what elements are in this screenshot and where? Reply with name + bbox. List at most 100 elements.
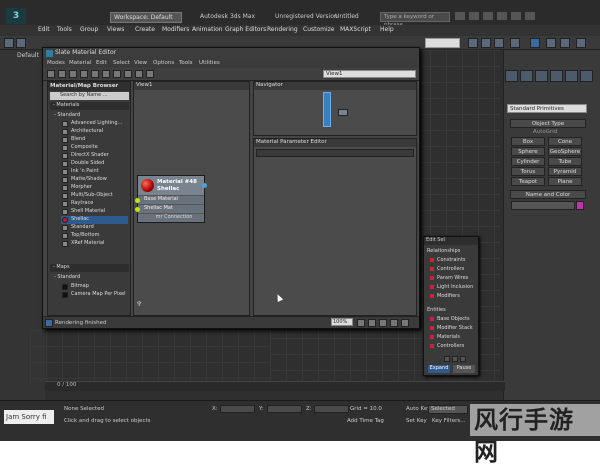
popup-item[interactable]: Base Objects bbox=[430, 316, 470, 322]
menu-maxscript[interactable]: MAXScript bbox=[340, 26, 371, 33]
material-item[interactable]: Raytrace bbox=[61, 200, 128, 208]
maximize-icon[interactable] bbox=[511, 12, 521, 20]
view-dropdown[interactable]: View1 bbox=[323, 70, 416, 78]
teapot-button[interactable]: Teapot bbox=[511, 177, 545, 186]
align-icon[interactable] bbox=[494, 38, 504, 48]
material-item[interactable]: Advanced Lighting... bbox=[61, 120, 128, 128]
add-time-tag[interactable]: Add Time Tag bbox=[347, 418, 384, 424]
material-item[interactable]: Architectural bbox=[61, 128, 128, 136]
menu-help[interactable]: Help bbox=[380, 26, 394, 33]
close-icon[interactable] bbox=[525, 12, 535, 20]
popup-item[interactable]: Modifiers bbox=[430, 293, 460, 299]
bug-icon[interactable]: ♆ bbox=[136, 300, 142, 308]
material-item[interactable]: Shell Material bbox=[61, 208, 128, 216]
menu-customize[interactable]: Customize bbox=[303, 26, 335, 33]
primitive-type-dropdown[interactable]: Standard Primitives bbox=[507, 104, 587, 113]
input-socket-icon[interactable] bbox=[135, 207, 140, 212]
material-item[interactable]: Matte/Shadow bbox=[61, 176, 128, 184]
pan-icon[interactable] bbox=[357, 319, 365, 327]
minimize-icon[interactable] bbox=[497, 12, 507, 20]
redo-icon[interactable] bbox=[16, 38, 26, 48]
render-icon[interactable] bbox=[576, 38, 586, 48]
info-icon[interactable] bbox=[455, 12, 465, 20]
browser-toggle-icon[interactable] bbox=[135, 70, 143, 78]
node-slot[interactable]: mr Connection bbox=[138, 213, 204, 221]
filter-icon[interactable] bbox=[452, 356, 458, 362]
input-socket-icon[interactable] bbox=[135, 198, 140, 203]
slate-menu-tools[interactable]: Tools bbox=[179, 60, 193, 66]
node-output-socket[interactable] bbox=[202, 183, 207, 188]
object-color-swatch[interactable] bbox=[576, 201, 584, 210]
torus-button[interactable]: Torus bbox=[511, 167, 545, 176]
material-item[interactable]: Multi/Sub-Object bbox=[61, 192, 128, 200]
selection-set-field[interactable] bbox=[425, 38, 460, 48]
zoom-selected-icon[interactable] bbox=[401, 319, 409, 327]
material-node[interactable]: Material #48 Shellac Base Material Shell… bbox=[135, 175, 207, 223]
menu-views[interactable]: Views bbox=[107, 26, 124, 33]
zoom-dropdown[interactable]: 100% bbox=[331, 318, 353, 326]
object-name-field[interactable] bbox=[511, 201, 575, 210]
utilities-tab-icon[interactable] bbox=[580, 70, 593, 82]
object-type-rollout[interactable]: Object Type bbox=[510, 119, 586, 128]
filter-icon[interactable] bbox=[444, 356, 450, 362]
map-item[interactable]: Camera Map Per Pixel bbox=[61, 291, 128, 298]
menu-edit[interactable]: Edit bbox=[38, 26, 50, 33]
zoom-region-icon[interactable] bbox=[379, 319, 387, 327]
filter-icon[interactable] bbox=[460, 356, 466, 362]
material-item[interactable]: Standard bbox=[61, 224, 128, 232]
material-item[interactable]: DirectX Shader bbox=[61, 152, 128, 160]
popup-item[interactable]: Constraints bbox=[430, 257, 466, 263]
show-map-icon[interactable] bbox=[91, 70, 99, 78]
material-item[interactable]: Top/Bottom bbox=[61, 232, 128, 240]
popup-item[interactable]: Modifier Stack bbox=[430, 325, 473, 331]
menu-group[interactable]: Group bbox=[80, 26, 98, 33]
menu-rendering[interactable]: Rendering bbox=[267, 26, 298, 33]
star-icon[interactable] bbox=[483, 12, 493, 20]
show-background-icon[interactable] bbox=[102, 70, 110, 78]
expand-button[interactable]: Expand bbox=[428, 365, 450, 373]
node-slot[interactable]: Shellac Mat bbox=[135, 204, 204, 212]
key-mode-dropdown[interactable]: Selected bbox=[428, 405, 468, 414]
navigator-viewport-rect[interactable] bbox=[323, 92, 331, 127]
plane-button[interactable]: Plane bbox=[548, 177, 582, 186]
z-coord-field[interactable] bbox=[314, 405, 349, 413]
delete-icon[interactable] bbox=[69, 70, 77, 78]
pyramid-button[interactable]: Pyramid bbox=[548, 167, 582, 176]
viewport-label[interactable]: Default bbox=[17, 52, 39, 59]
slate-menu-view[interactable]: View bbox=[134, 60, 147, 66]
move-children-icon[interactable] bbox=[80, 70, 88, 78]
material-parameter-editor[interactable]: Material Parameter Editor bbox=[253, 138, 417, 316]
render-frame-icon[interactable] bbox=[560, 38, 570, 48]
slate-menu-select[interactable]: Select bbox=[113, 60, 130, 66]
menu-animation[interactable]: Animation bbox=[192, 26, 223, 33]
render-setup-icon[interactable] bbox=[546, 38, 556, 48]
navigator-panel[interactable]: Navigator bbox=[253, 81, 417, 136]
popup-item[interactable]: Controllers bbox=[430, 343, 464, 349]
display-tab-icon[interactable] bbox=[565, 70, 578, 82]
materials-group[interactable]: - Materials bbox=[50, 102, 129, 110]
y-coord-field[interactable] bbox=[267, 405, 302, 413]
material-item[interactable]: Composite bbox=[61, 144, 128, 152]
maxscript-listener[interactable]: Jam Sorry fi bbox=[4, 410, 54, 424]
menu-graph-editors[interactable]: Graph Editors bbox=[225, 26, 266, 33]
slate-menu-utilities[interactable]: Utilities bbox=[199, 60, 220, 66]
key-filters-button[interactable]: Key Filters... bbox=[432, 418, 465, 424]
popup-item[interactable]: Light Inclusion bbox=[430, 284, 473, 290]
zoom-extents-icon[interactable] bbox=[390, 319, 398, 327]
material-item-selected[interactable]: Shellac bbox=[61, 216, 128, 224]
autogrid-checkbox[interactable]: AutoGrid bbox=[533, 129, 557, 135]
undo-icon[interactable] bbox=[4, 38, 14, 48]
name-color-rollout[interactable]: Name and Color bbox=[510, 190, 586, 199]
hide-unused-icon[interactable] bbox=[124, 70, 132, 78]
material-item[interactable]: Blend bbox=[61, 136, 128, 144]
slate-menu-modes[interactable]: Modes bbox=[47, 60, 65, 66]
standard-group[interactable]: - Standard bbox=[54, 112, 80, 118]
node-slot[interactable]: Base Material bbox=[135, 195, 204, 203]
param-editor-toggle-icon[interactable] bbox=[146, 70, 154, 78]
params-name-field[interactable] bbox=[256, 149, 414, 157]
material-item[interactable]: XRef Material bbox=[61, 240, 128, 248]
slate-menu-edit[interactable]: Edit bbox=[96, 60, 107, 66]
material-item[interactable]: Double Sided bbox=[61, 160, 128, 168]
motion-tab-icon[interactable] bbox=[550, 70, 563, 82]
pick-material-icon[interactable] bbox=[47, 70, 55, 78]
